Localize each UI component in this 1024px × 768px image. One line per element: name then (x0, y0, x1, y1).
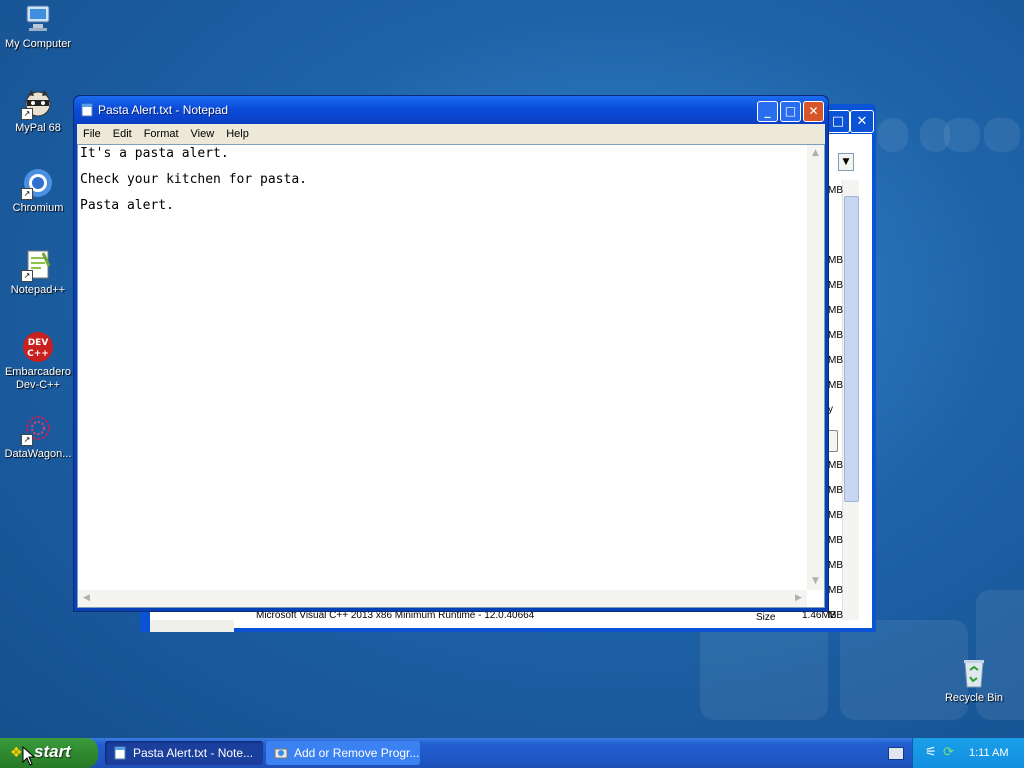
desktop-icon-notepadpp[interactable]: ↗ Notepad++ (0, 248, 76, 297)
scroll-left-icon[interactable]: ◀ (78, 590, 95, 607)
desktop: My Computer ↗ MyPal 68 ↗ Chromium ↗ Note… (0, 0, 1024, 738)
size-value: MB (828, 330, 843, 341)
system-tray: ⚟ ⟳ 1:11 AM (912, 738, 1024, 768)
title-bar[interactable]: Pasta Alert.txt - Notepad _ □ ✕ (74, 96, 828, 124)
devcpp-icon: DEV C++ (21, 330, 55, 364)
scrollbar-thumb[interactable] (844, 196, 859, 502)
windows-logo-icon: ❖ (10, 745, 23, 761)
menu-view[interactable]: View (185, 124, 221, 144)
window-title: Pasta Alert.txt - Notepad (98, 103, 229, 117)
size-value: MB (828, 585, 843, 596)
text-editor[interactable]: It's a pasta alert. Check your kitchen f… (77, 144, 825, 608)
notepad-window[interactable]: Pasta Alert.txt - Notepad _ □ ✕ File Edit… (73, 95, 829, 612)
svg-text:DEV: DEV (28, 338, 49, 348)
recycle-bin-icon (957, 656, 991, 690)
add-remove-programs-icon (274, 748, 288, 759)
taskbar-item-add-remove-programs[interactable]: Add or Remove Progr... (266, 741, 420, 765)
computer-icon (21, 2, 55, 36)
svg-text:C++: C++ (27, 349, 49, 359)
network-icon[interactable]: ⚟ (925, 745, 937, 760)
shortcut-arrow-icon: ↗ (21, 270, 33, 282)
size-value: MB (828, 255, 843, 266)
menu-format[interactable]: Format (138, 124, 185, 144)
close-button[interactable]: ✕ (850, 110, 874, 133)
notepad-icon (114, 746, 126, 760)
size-value: MB (828, 280, 843, 291)
maximize-button[interactable]: □ (826, 110, 850, 133)
start-button[interactable]: ❖ start (0, 738, 98, 768)
mouse-cursor-icon (22, 746, 36, 766)
clock[interactable]: 1:11 AM (969, 738, 1009, 768)
size-value: MB (828, 355, 843, 366)
size-value: MB (828, 380, 843, 391)
left-pane (150, 620, 234, 632)
vertical-scrollbar[interactable]: ▲ ▼ (807, 145, 824, 590)
shortcut-arrow-icon: ↗ (21, 434, 33, 446)
background-tile (984, 118, 1020, 152)
taskbar-item-notepad[interactable]: Pasta Alert.txt - Note... (105, 741, 263, 765)
scroll-down-icon[interactable]: ▼ (807, 573, 824, 590)
scroll-up-icon[interactable]: ▲ (807, 145, 824, 162)
text-line: Pasta alert. (80, 198, 174, 213)
taskbar: ❖ start Pasta Alert.txt - Note... Add or… (0, 738, 1024, 768)
desktop-icon-recycle-bin[interactable]: Recycle Bin (936, 656, 1012, 705)
menu-edit[interactable]: Edit (107, 124, 138, 144)
desktop-icon-label: Chromium (12, 202, 64, 214)
shortcut-arrow-icon: ↗ (21, 188, 33, 200)
start-label: start (34, 742, 71, 761)
background-tile (878, 118, 908, 152)
chromium-icon: ↗ (21, 166, 55, 200)
desktop-icon-my-computer[interactable]: My Computer (0, 2, 76, 51)
desktop-icon-label: My Computer (4, 38, 72, 50)
dropdown-arrow-icon[interactable]: ▼ (838, 153, 854, 171)
taskbar-item-label: Pasta Alert.txt - Note... (133, 746, 254, 760)
scroll-right-icon[interactable]: ▶ (790, 590, 807, 607)
size-value: MB (828, 305, 843, 316)
close-button[interactable]: ✕ (803, 101, 824, 122)
keyboard-icon[interactable] (888, 747, 904, 760)
maximize-button[interactable]: □ (780, 101, 801, 122)
document-text[interactable]: It's a pasta alert. Check your kitchen f… (80, 145, 804, 587)
scrollbar[interactable] (842, 180, 859, 620)
notepadpp-icon: ↗ (21, 248, 55, 282)
raccoon-icon: ↗ (21, 86, 55, 120)
size-value: MB (828, 560, 843, 571)
background-tile (944, 118, 980, 152)
desktop-icon-label: Embarcadero Dev-C++ (4, 366, 72, 391)
datawagon-icon: ↗ (21, 412, 55, 446)
size-value: MB (828, 185, 843, 196)
text-line: Check your kitchen for pasta. (80, 172, 307, 187)
horizontal-scrollbar[interactable]: ◀ ▶ (78, 590, 807, 607)
menu-file[interactable]: File (77, 124, 107, 144)
desktop-icon-label: Recycle Bin (944, 692, 1004, 704)
desktop-icon-mypal[interactable]: ↗ MyPal 68 (0, 86, 76, 135)
text-line: It's a pasta alert. (80, 146, 229, 161)
desktop-icon-label: Notepad++ (10, 284, 66, 296)
size-value: MB (828, 510, 843, 521)
size-value: MB (828, 535, 843, 546)
size-value: MB (828, 460, 843, 471)
update-icon[interactable]: ⟳ (943, 745, 954, 760)
size-label: Size (756, 612, 776, 623)
size-value: MB (828, 485, 843, 496)
menu-help[interactable]: Help (220, 124, 255, 144)
shortcut-arrow-icon: ↗ (21, 108, 33, 120)
taskbar-item-label: Add or Remove Progr... (294, 746, 420, 760)
menu-bar: File Edit Format View Help (77, 124, 825, 144)
desktop-icon-label: DataWagon... (4, 448, 72, 460)
desktop-icon-devcpp[interactable]: DEV C++ Embarcadero Dev-C++ (0, 330, 76, 392)
minimize-button[interactable]: _ (757, 101, 778, 122)
desktop-icon-chromium[interactable]: ↗ Chromium (0, 166, 76, 215)
background-tile (700, 620, 828, 720)
desktop-icon-datawagon[interactable]: ↗ DataWagon... (0, 412, 76, 461)
desktop-icon-label: MyPal 68 (15, 122, 61, 134)
notepad-icon (81, 103, 93, 117)
